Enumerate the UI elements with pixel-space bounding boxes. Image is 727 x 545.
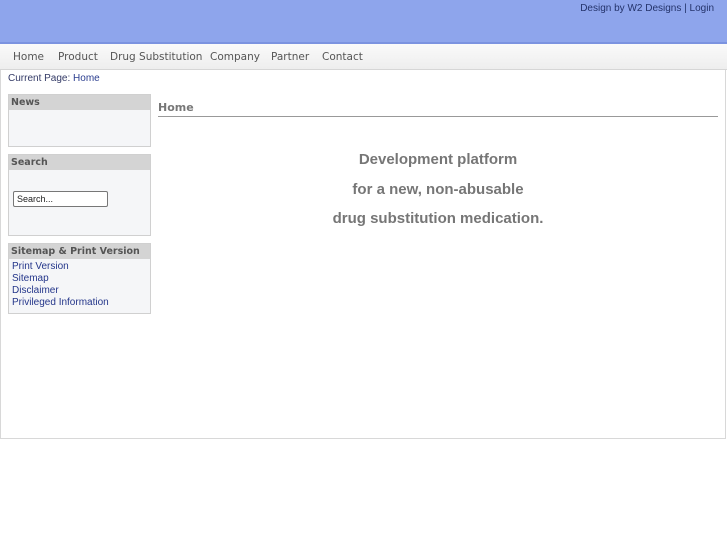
nav-item-contact[interactable]: Contact [322, 51, 363, 63]
nav-item-partner[interactable]: Partner [271, 51, 309, 63]
sitemap-link[interactable]: Sitemap [12, 273, 150, 285]
print-version-link[interactable]: Print Version [12, 261, 150, 273]
disclaimer-link[interactable]: Disclaimer [12, 285, 150, 297]
search-box-title: Search [9, 155, 150, 170]
header-banner: Design by W2 Designs | Login [0, 0, 727, 44]
top-links-separator: | [684, 3, 687, 14]
breadcrumb-current-link[interactable]: Home [73, 73, 100, 84]
search-input[interactable] [13, 191, 108, 207]
content-heading: Home [158, 101, 194, 114]
top-links: Design by W2 Designs | Login [580, 3, 714, 14]
main-nav: Home Product Drug Substitution Company P… [0, 44, 727, 70]
breadcrumb: Current Page: Home [8, 73, 100, 84]
tagline-line-2: for a new, non-abusable [352, 181, 524, 198]
sitemap-links: Print Version Sitemap Disclaimer Privile… [9, 259, 150, 309]
nav-item-home[interactable]: Home [13, 51, 44, 63]
nav-item-product[interactable]: Product [58, 51, 98, 63]
content-divider [158, 116, 718, 117]
news-box-title: News [9, 95, 150, 110]
search-box: Search [8, 154, 151, 236]
login-link[interactable]: Login [690, 3, 714, 14]
nav-item-drug-substitution[interactable]: Drug Substitution [110, 51, 202, 63]
sitemap-box: Sitemap & Print Version Print Version Si… [8, 243, 151, 314]
nav-item-company[interactable]: Company [210, 51, 260, 63]
breadcrumb-prefix: Current Page: [8, 73, 71, 84]
privileged-information-link[interactable]: Privileged Information [12, 297, 150, 309]
sitemap-box-title: Sitemap & Print Version [9, 244, 150, 259]
news-box: News [8, 94, 151, 147]
designer-credit-link[interactable]: Design by W2 Designs [580, 3, 681, 14]
tagline-line-3: drug substitution medication. [332, 210, 544, 227]
tagline-line-1: Development platform [358, 151, 518, 168]
